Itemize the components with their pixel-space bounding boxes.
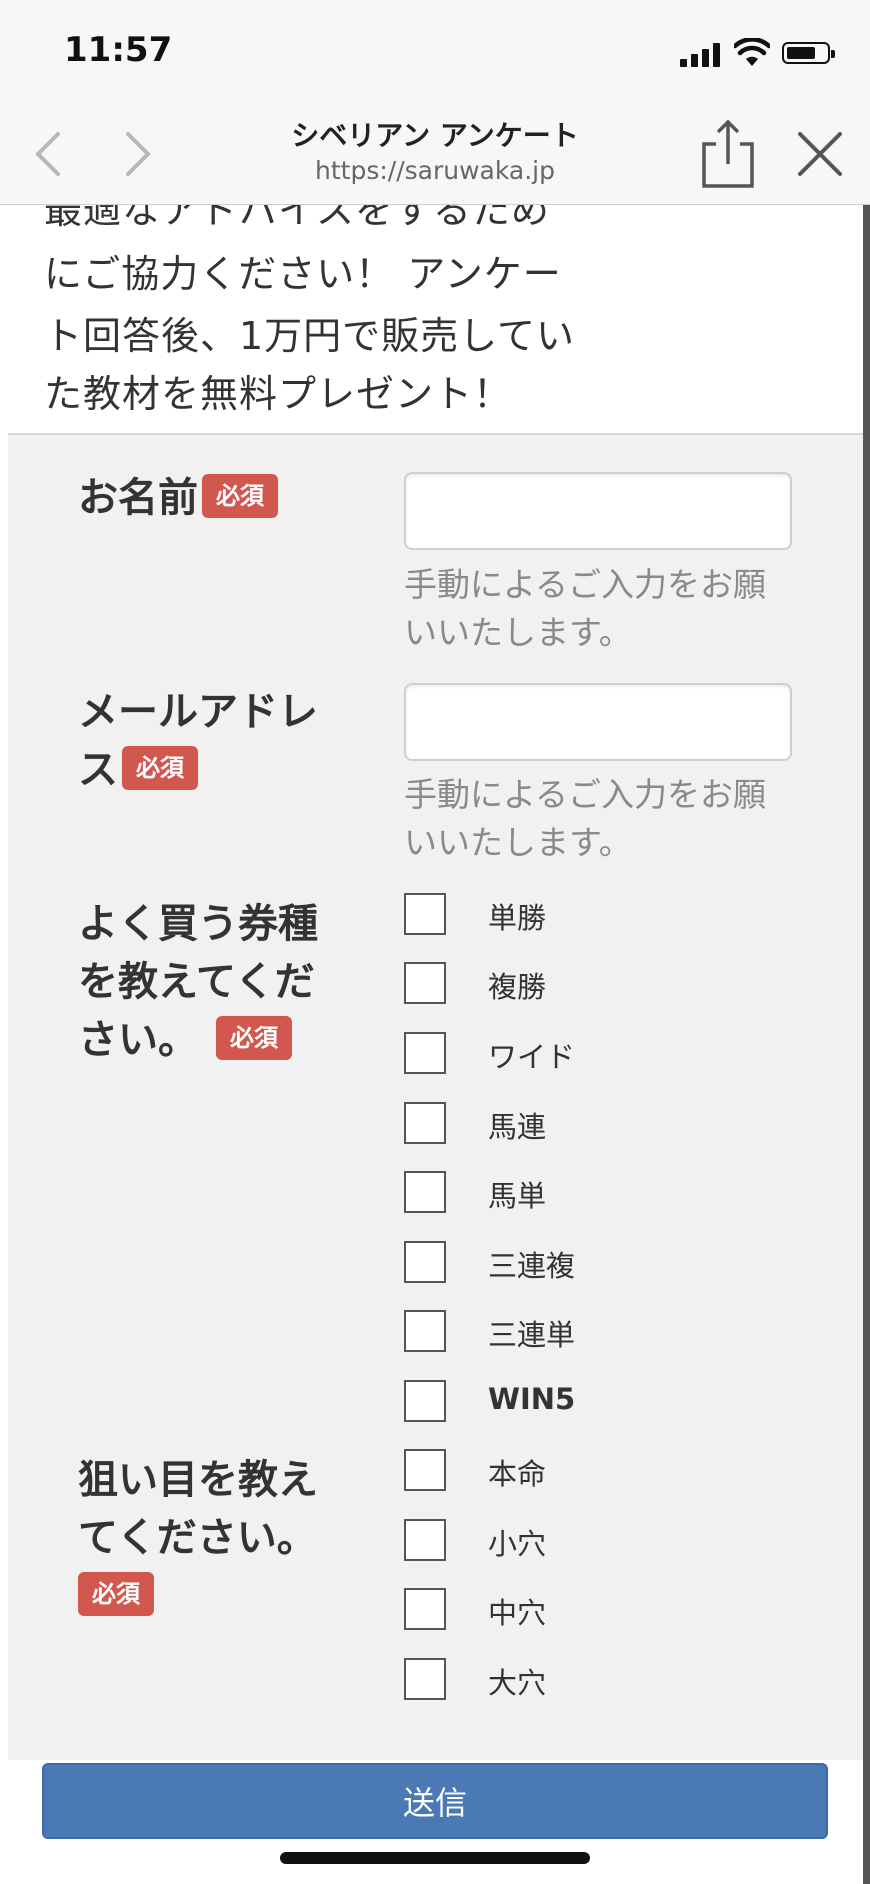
page-edge-left	[0, 205, 8, 1884]
email-label-text: メールアドレ	[78, 689, 318, 735]
checkbox-label: 中穴	[488, 1596, 547, 1630]
cellular-signal-icon	[680, 43, 722, 67]
ticket-types-label-text: よく買う券種	[78, 901, 318, 947]
browser-nav-bar: シベリアン アンケート https://saruwaka.jp	[0, 104, 870, 205]
close-icon[interactable]	[790, 124, 850, 184]
email-label: メールアドレ ス必須	[78, 683, 318, 799]
intro-line: た教材を無料プレゼント！	[44, 372, 513, 416]
target-label-text: てください。	[78, 1515, 317, 1561]
checkbox[interactable]	[404, 1658, 446, 1700]
checkbox-label: 三連単	[488, 1318, 576, 1352]
checkbox[interactable]	[404, 1588, 446, 1630]
intro-line: ト回答後、1万円で販売してい	[44, 314, 576, 358]
intro-line: 最適なアドバイスをするため	[44, 205, 550, 232]
hint-text: いいたします。	[404, 613, 632, 652]
intro-line: にご協力ください！ アンケー	[44, 252, 562, 296]
name-hint: 手動によるご入力をお願 いいたします。	[404, 561, 804, 657]
checkbox-label: 馬単	[488, 1179, 547, 1213]
name-label: お名前 必須	[78, 469, 278, 527]
intro-text: 最適なアドバイスをするため にご協力ください！ アンケー ト回答後、1万円で販売…	[8, 205, 863, 435]
checkbox-label: 複勝	[488, 970, 547, 1004]
checkbox[interactable]	[404, 962, 446, 1004]
checkbox-label: 単勝	[488, 901, 547, 935]
share-icon[interactable]	[696, 118, 760, 190]
survey-page[interactable]: 最適なアドバイスをするため にご協力ください！ アンケー ト回答後、1万円で販売…	[8, 205, 863, 1884]
checkbox-label: WIN5	[488, 1382, 576, 1416]
submit-button[interactable]: 送信	[42, 1763, 828, 1839]
checkbox[interactable]	[404, 1519, 446, 1561]
checkbox-label: ワイド	[488, 1040, 576, 1074]
ticket-types-label-text: を教えてくだ	[78, 959, 315, 1005]
home-indicator[interactable]	[280, 1852, 590, 1864]
required-badge: 必須	[122, 746, 198, 790]
checkbox[interactable]	[404, 1171, 446, 1213]
checkbox-label: 馬連	[488, 1110, 547, 1144]
checkbox[interactable]	[404, 1241, 446, 1283]
ticket-types-label-text: さい。	[78, 1017, 198, 1063]
ticket-types-label: よく買う券種 を教えてくだ さい。 必須	[78, 895, 318, 1069]
required-badge: 必須	[78, 1572, 154, 1616]
email-input[interactable]	[404, 683, 792, 761]
status-time: 11:57	[64, 30, 173, 70]
wifi-icon	[734, 38, 770, 66]
target-label-text: 狙い目を教え	[78, 1457, 318, 1503]
email-hint: 手動によるご入力をお願 いいたします。	[404, 771, 804, 867]
checkbox[interactable]	[404, 1310, 446, 1352]
checkbox-label: 本命	[488, 1457, 547, 1491]
status-bar: 11:57	[0, 0, 870, 104]
battery-icon	[782, 42, 835, 64]
email-label-text: ス	[78, 747, 118, 793]
checkbox[interactable]	[404, 893, 446, 935]
page-edge-right	[863, 205, 870, 1884]
checkbox[interactable]	[404, 1449, 446, 1491]
required-badge: 必須	[216, 1016, 292, 1060]
hint-text: いいたします。	[404, 823, 632, 862]
checkbox[interactable]	[404, 1032, 446, 1074]
target-label: 狙い目を教え てください。 必須	[78, 1451, 318, 1625]
checkbox-label: 大穴	[488, 1666, 547, 1700]
checkbox-label: 三連複	[488, 1249, 576, 1283]
hint-text: 手動によるご入力をお願	[404, 775, 767, 814]
checkbox-label: 小穴	[488, 1527, 547, 1561]
hint-text: 手動によるご入力をお願	[404, 565, 767, 604]
checkbox[interactable]	[404, 1102, 446, 1144]
checkbox[interactable]	[404, 1380, 446, 1422]
name-input[interactable]	[404, 472, 792, 550]
required-badge: 必須	[202, 474, 278, 518]
name-label-text: お名前	[78, 475, 198, 521]
